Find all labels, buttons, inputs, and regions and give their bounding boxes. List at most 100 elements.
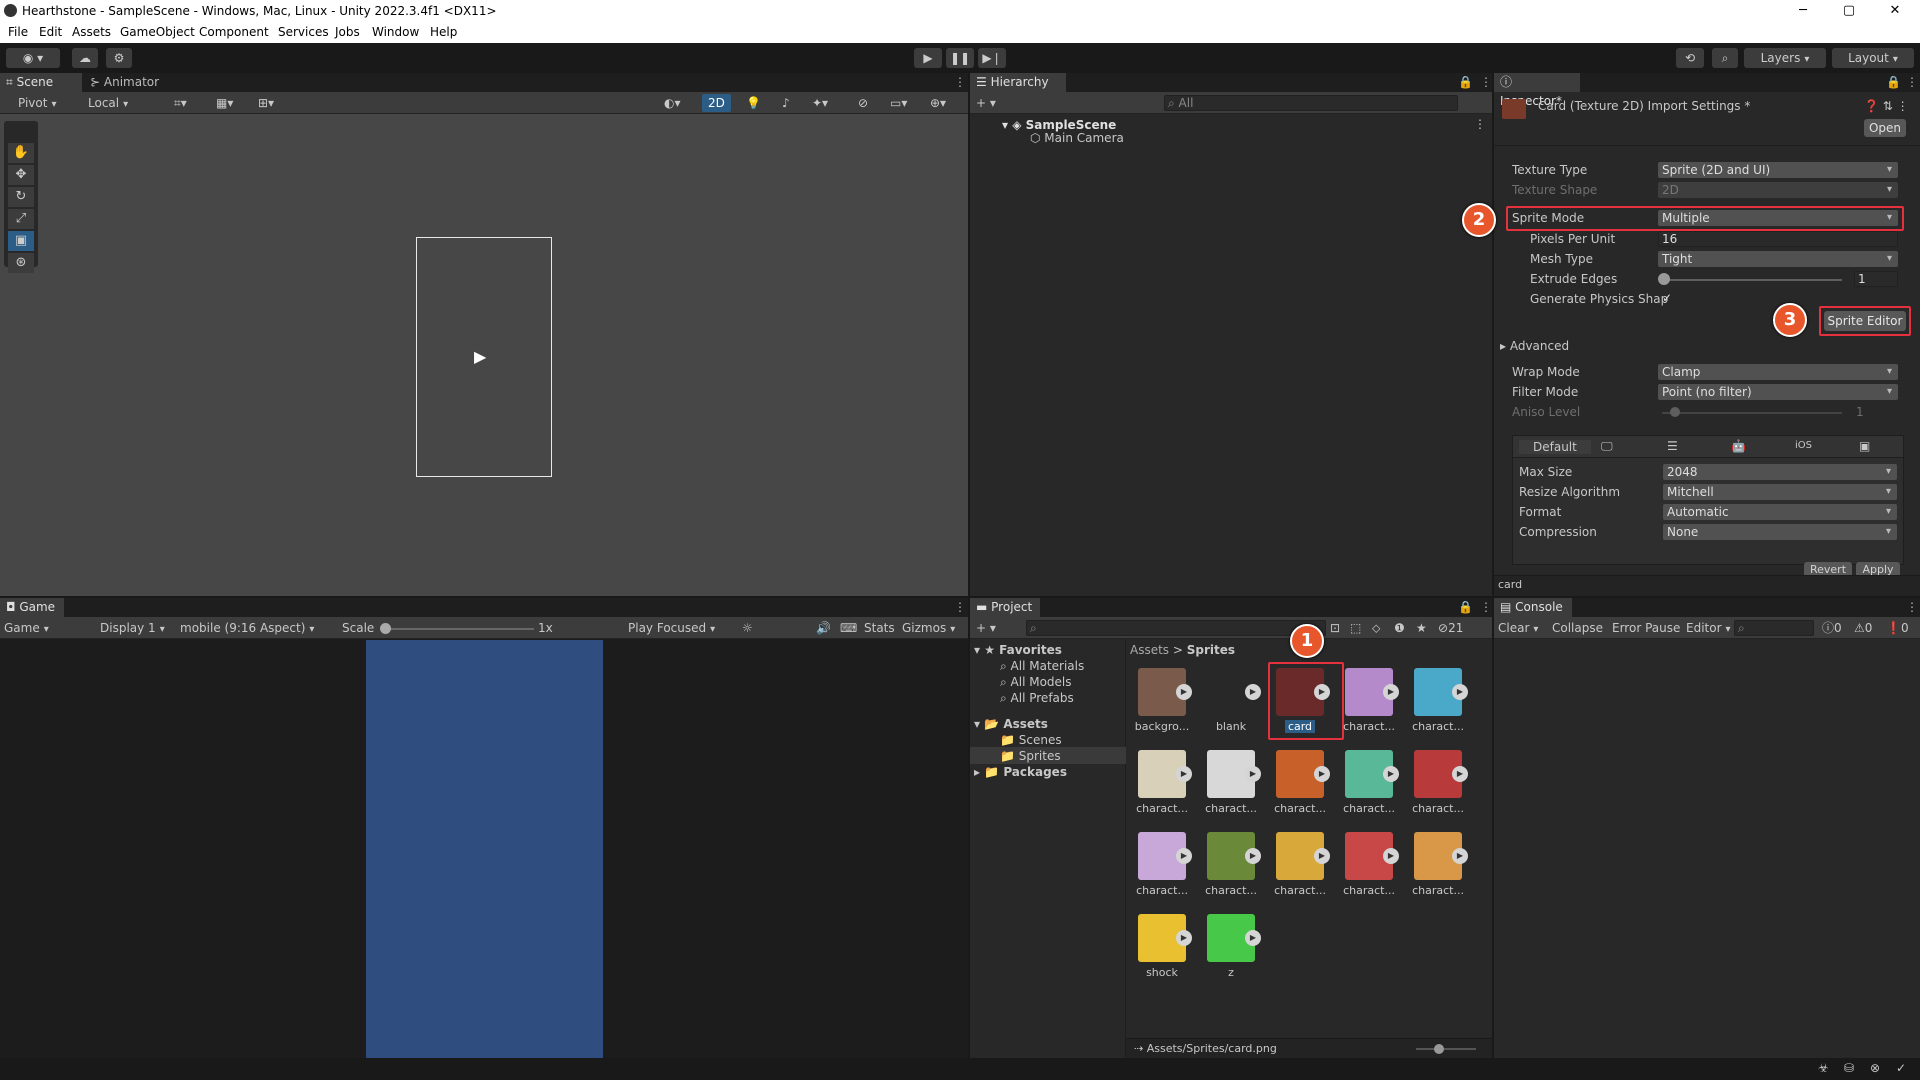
rotate-tool-icon[interactable]: ↻ [8,187,34,207]
collab-icon[interactable]: ⚙ [106,48,132,68]
info-icon[interactable]: ❶ [1394,619,1405,637]
menu-component[interactable]: Component [199,25,269,39]
hidden-count[interactable]: ⊘21 [1438,619,1463,637]
tab-project[interactable]: ▬ Project [970,598,1040,617]
asset-item[interactable]: ▶ charact... [1201,828,1261,910]
keyboard-icon[interactable]: ⌨ [840,619,857,637]
texture-type-dropdown[interactable]: Sprite (2D and UI) [1658,162,1898,178]
debug-icon[interactable]: ☼ [742,619,753,637]
layout-dropdown[interactable]: Layout [1832,48,1914,68]
menu-services[interactable]: Services [278,25,329,39]
network-icon[interactable]: ⊗ [1870,1061,1880,1075]
asset-item[interactable]: ▶ charact... [1408,746,1468,828]
asset-item[interactable]: ▶ charact... [1132,828,1192,910]
settings-icon[interactable]: ✓ [1896,1061,1906,1075]
play-icon[interactable]: ▶ [1176,848,1192,864]
play-icon[interactable]: ▶ [1383,684,1399,700]
grid-snap-icon[interactable]: ⌗▾ [174,94,187,112]
asset-item[interactable]: ▶ charact... [1132,746,1192,828]
project-search-input[interactable]: ⌕ [1026,620,1326,636]
play-icon[interactable]: ▶ [1245,684,1261,700]
display-dropdown[interactable]: Display 1 [100,619,165,637]
collapse-button[interactable]: Collapse [1552,619,1603,637]
favorites-folder[interactable]: ▾ ★ Favorites [974,643,1062,657]
project-menu-icon[interactable]: ⋮ [1474,598,1492,617]
menu-window[interactable]: Window [372,25,419,39]
asset-item[interactable]: ▶ charact... [1408,828,1468,910]
folder-scenes[interactable]: 📁 Scenes [1000,733,1062,747]
search-by-type-icon[interactable]: ⊡ [1330,619,1340,637]
breadcrumb-sprites[interactable]: Sprites [1187,643,1235,657]
minimize-button[interactable]: ─ [1780,0,1826,22]
menu-help[interactable]: Help [430,25,457,39]
filter-mode-dropdown[interactable]: Point (no filter) [1658,384,1898,400]
layers-dropdown[interactable]: Layers [1744,48,1826,68]
scene-menu-icon[interactable]: ⋮ [948,73,968,92]
menu-edit[interactable]: Edit [39,25,62,39]
game-viewport[interactable] [366,640,603,1058]
standalone-icon[interactable]: 🖵 [1601,439,1613,454]
icon-size-handle[interactable] [1434,1044,1444,1054]
close-button[interactable]: ✕ [1872,0,1918,22]
menu-file[interactable]: File [8,25,28,39]
gizmos-icon[interactable]: ⊕▾ [930,94,946,112]
hierarchy-item-main-camera[interactable]: ⬡ Main Camera [1030,131,1124,145]
search-by-label-icon[interactable]: ⬚ [1350,619,1361,637]
bug-icon[interactable]: ☣ [1818,1061,1829,1075]
play-button[interactable]: ▶ [914,48,942,68]
grid-visibility-icon[interactable]: ▦▾ [216,94,233,112]
asset-item[interactable]: ▶ shock [1132,910,1192,992]
hidden-objects-icon[interactable]: ⊘ [858,94,868,112]
graphics-icon[interactable]: ⛁ [1844,1061,1854,1075]
audio-icon[interactable]: ♪ [782,94,790,112]
format-dropdown[interactable]: Automatic [1663,504,1897,520]
scale-tool-icon[interactable]: ⤢ [8,209,34,229]
open-button[interactable]: Open [1864,119,1906,137]
fav-all-models[interactable]: ⌕ All Models [1000,675,1072,690]
stats-button[interactable]: Stats [864,619,895,637]
play-icon[interactable]: ▶ [1176,930,1192,946]
platform-tab-ios[interactable]: iOS [1795,440,1812,451]
mute-audio-icon[interactable]: 🔊 [816,619,831,637]
play-icon[interactable]: ▶ [1176,766,1192,782]
wrap-mode-dropdown[interactable]: Clamp [1658,364,1898,380]
pixels-per-unit-input[interactable]: 16 [1658,231,1898,247]
pivot-dropdown[interactable]: Pivot [18,94,57,112]
tab-scene[interactable]: ⌗ Scene [0,73,82,92]
menu-assets[interactable]: Assets [72,25,111,39]
tab-inspector[interactable]: ⓘ Inspector* [1494,73,1580,108]
cloud-icon[interactable]: ☁ [72,48,98,68]
favorite-icon[interactable]: ★ [1416,619,1427,637]
webgl-icon[interactable]: ▣ [1859,439,1870,453]
play-icon[interactable]: ▶ [1245,848,1261,864]
extrude-slider-handle[interactable] [1658,273,1670,285]
play-icon[interactable]: ▶ [1452,684,1468,700]
play-icon[interactable]: ▶ [1452,848,1468,864]
error-pause-button[interactable]: Error Pause [1612,619,1680,637]
play-icon[interactable]: ▶ [1314,848,1330,864]
console-menu-icon[interactable]: ⋮ [1900,598,1920,617]
hierarchy-search-input[interactable]: ⌕ All [1164,95,1458,111]
asset-item[interactable]: ▶ backgro... [1132,664,1192,746]
asset-item[interactable]: ▶ blank [1201,664,1261,746]
play-icon[interactable]: ▶ [1245,766,1261,782]
mesh-type-dropdown[interactable]: Tight [1658,251,1898,267]
scene-menu-icon[interactable]: ⋮ [1474,117,1486,131]
move-tool-icon[interactable]: ✥ [8,165,34,185]
assets-folder[interactable]: ▾ 📂 Assets [974,717,1048,731]
console-search-input[interactable]: ⌕ [1734,620,1814,636]
create-button[interactable]: + ▾ [976,94,996,112]
play-icon[interactable]: ▶ [1383,848,1399,864]
tab-hierarchy[interactable]: ☰ Hierarchy [970,73,1066,92]
asset-item[interactable]: ▶ charact... [1201,746,1261,828]
max-size-dropdown[interactable]: 2048 [1663,464,1897,480]
pause-button[interactable]: ❚❚ [946,48,974,68]
hand-tool-icon[interactable]: ✋ [8,143,34,163]
play-icon[interactable]: ▶ [1314,766,1330,782]
play-focused-dropdown[interactable]: Play Focused [628,619,715,637]
menu-jobs[interactable]: Jobs [335,25,360,39]
fav-all-materials[interactable]: ⌕ All Materials [1000,659,1084,674]
menu-gameobject[interactable]: GameObject [120,25,195,39]
compression-dropdown[interactable]: None [1663,524,1897,540]
tab-animator[interactable]: ⊱ Animator [84,73,165,92]
